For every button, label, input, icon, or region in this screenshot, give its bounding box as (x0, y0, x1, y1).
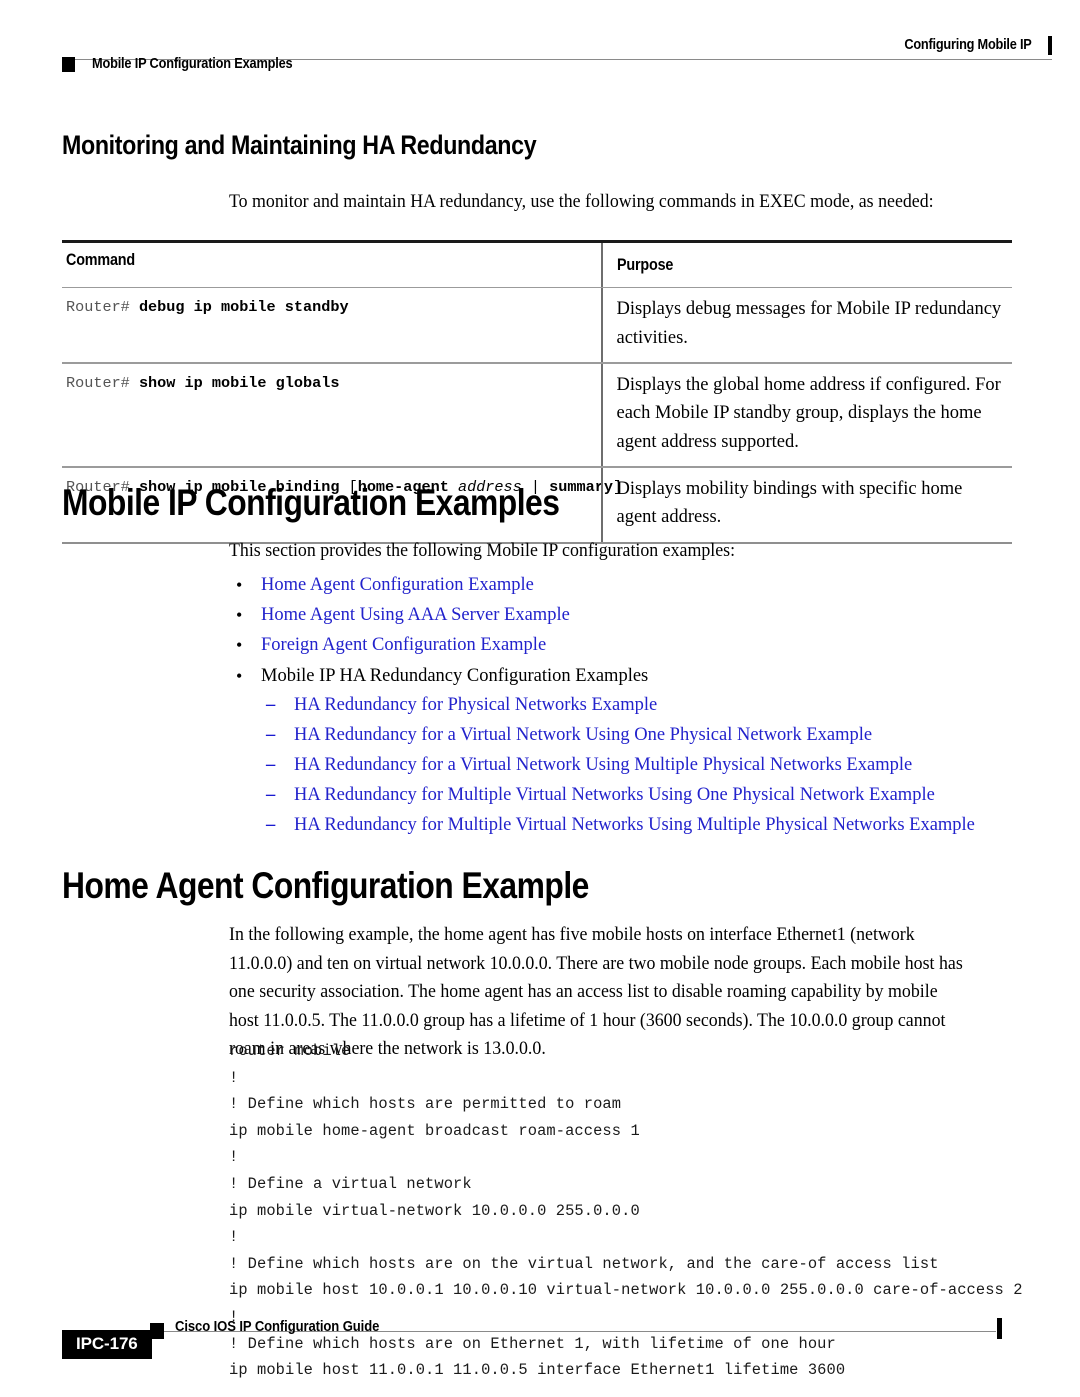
list-item[interactable]: Home Agent Configuration Example (229, 570, 648, 600)
table-row: Router# debug ip mobile standby Displays… (62, 288, 1012, 362)
ha-redundancy-sublinks-list: HA Redundancy for Physical Networks Exam… (261, 690, 975, 841)
table-header-cell-purpose: Purpose (603, 243, 1013, 287)
table-header-label-purpose: Purpose (616, 256, 673, 274)
link-ha-redundancy-virtual-network-one-physical-network-example[interactable]: HA Redundancy for a Virtual Network Usin… (294, 725, 872, 745)
heading-mobile-ip-configuration-examples: Mobile IP Configuration Examples (62, 482, 560, 523)
table-cell-command: Router# show ip mobile globals (62, 364, 601, 405)
link-ha-redundancy-physical-networks-example[interactable]: HA Redundancy for Physical Networks Exam… (294, 695, 657, 715)
heading-home-agent-configuration-example: Home Agent Configuration Example (62, 865, 589, 906)
link-ha-redundancy-virtual-network-multiple-physical-networks-example[interactable]: HA Redundancy for a Virtual Network Usin… (294, 755, 912, 775)
list-item[interactable]: Home Agent Using AAA Server Example (229, 600, 648, 630)
footer-square-bullet-icon (150, 1323, 164, 1339)
command-syntax: Router# show ip mobile globals (66, 371, 591, 395)
command-prompt: Router# (66, 373, 130, 392)
command-space (130, 374, 139, 392)
header-tick-mark (1048, 36, 1052, 55)
header-square-bullet-icon (62, 57, 75, 72)
running-header: Configuring Mobile IP Mobile IP Configur… (0, 0, 1080, 92)
table-cell-command: Router# debug ip mobile standby (62, 288, 601, 329)
list-item[interactable]: HA Redundancy for Multiple Virtual Netwo… (261, 780, 975, 810)
list-item[interactable]: HA Redundancy for a Virtual Network Usin… (261, 750, 975, 780)
paragraph-monitoring-intro: To monitor and maintain HA redundancy, u… (229, 192, 934, 212)
running-header-section-name: Mobile IP Configuration Examples (92, 56, 293, 72)
table-header-label-command: Command (66, 251, 135, 269)
footer-tick-mark (997, 1318, 1002, 1339)
footer-guide-title: Cisco IOS IP Configuration Guide (175, 1319, 380, 1335)
command-prompt: Router# (66, 298, 130, 316)
link-ha-redundancy-multiple-virtual-networks-multiple-physical-networks-example[interactable]: HA Redundancy for Multiple Virtual Netwo… (294, 815, 975, 835)
running-footer: Cisco IOS IP Configuration Guide IPC-176 (0, 1287, 1080, 1397)
command-syntax: Router# debug ip mobile standby (66, 295, 591, 319)
running-header-title: Configuring Mobile IP (904, 37, 1032, 53)
table-cell-purpose: Displays debug messages for Mobile IP re… (616, 299, 1002, 348)
command-space (130, 298, 139, 316)
list-item[interactable]: HA Redundancy for a Virtual Network Usin… (261, 720, 975, 750)
heading-monitoring-maintaining-ha-redundancy: Monitoring and Maintaining HA Redundancy (62, 130, 537, 160)
example-links-list: Home Agent Configuration Example Home Ag… (229, 570, 648, 691)
link-foreign-agent-configuration-example[interactable]: Foreign Agent Configuration Example (261, 635, 546, 655)
table-cell-purpose: Displays mobility bindings with specific… (616, 478, 963, 528)
list-item: Mobile IP HA Redundancy Configuration Ex… (229, 661, 648, 691)
table-header-row: Command Purpose (62, 243, 1012, 287)
paragraph-examples-intro: This section provides the following Mobi… (229, 541, 736, 561)
list-item[interactable]: Foreign Agent Configuration Example (229, 630, 648, 660)
list-item[interactable]: HA Redundancy for Multiple Virtual Netwo… (261, 810, 975, 840)
footer-page-number-badge: IPC-176 (62, 1330, 152, 1359)
link-home-agent-using-aaa-server-example[interactable]: Home Agent Using AAA Server Example (261, 605, 570, 625)
command-keyword: show ip mobile globals (138, 373, 340, 392)
text-mobile-ip-ha-redundancy-configuration-examples: Mobile IP HA Redundancy Configuration Ex… (261, 665, 649, 686)
link-ha-redundancy-multiple-virtual-networks-one-physical-network-example[interactable]: HA Redundancy for Multiple Virtual Netwo… (294, 785, 935, 805)
table-cell-purpose: Displays the global home address if conf… (616, 374, 1001, 452)
table-row: Router# show ip mobile globals Displays … (62, 363, 1012, 466)
table-header-cell-command: Command (62, 243, 601, 278)
document-page: Configuring Mobile IP Mobile IP Configur… (0, 0, 1080, 1397)
list-item[interactable]: HA Redundancy for Physical Networks Exam… (261, 690, 975, 720)
link-home-agent-configuration-example[interactable]: Home Agent Configuration Example (261, 575, 534, 595)
command-keyword: debug ip mobile standby (138, 298, 349, 316)
